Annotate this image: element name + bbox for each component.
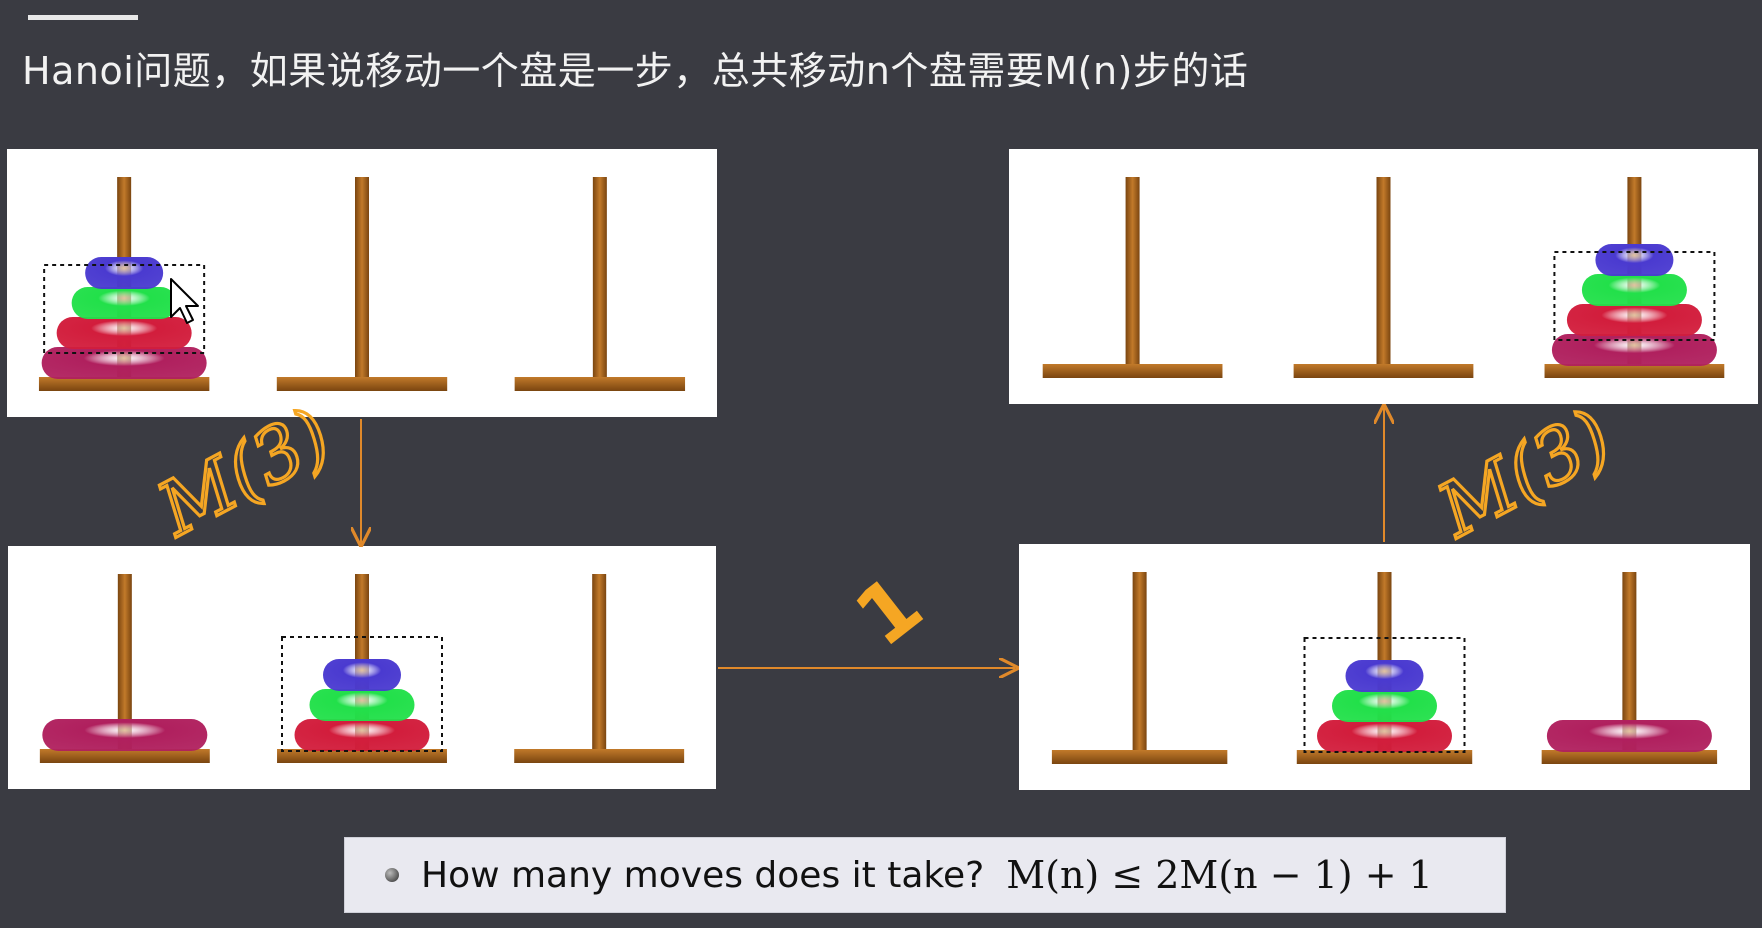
disk-magenta [1551,334,1717,366]
peg-base [276,377,448,391]
peg-base [514,377,686,391]
peg-3 [1541,572,1718,764]
peg-base [514,749,685,763]
peg-base [39,749,210,763]
peg-1 [39,574,210,763]
rod [592,177,607,377]
disk-red [1317,720,1452,752]
hanoi-state-after-first-m3 [8,546,716,789]
handwritten-m3-right: M(3) [1423,393,1625,555]
peg-1 [1042,177,1223,378]
peg-3 [514,574,685,763]
handwritten-one: 1 [838,557,939,665]
disk-magenta [42,719,208,751]
hanoi-board [39,574,685,763]
disk-red [1566,304,1702,336]
disk-red [56,317,192,349]
peg-2 [1296,572,1473,764]
disk-blue [323,659,401,691]
disk-red [294,719,430,751]
hanoi-board [38,177,686,391]
hanoi-board [1042,177,1725,378]
disk-magenta [1546,720,1712,752]
peg-2 [1293,177,1474,378]
title-underline [28,15,138,20]
disk-green [1581,274,1687,306]
hanoi-state-after-one-move [1019,544,1750,790]
question-text: How many moves does it take? [421,854,985,896]
rod [1125,177,1140,364]
peg-2 [277,574,447,763]
peg-base [1293,364,1474,378]
rod [355,177,369,377]
rod [1132,572,1147,750]
disk-green [1332,690,1437,722]
peg-3 [514,177,686,391]
recurrence-formula: M(n) ≤ 2M(n − 1) + 1 [1006,853,1433,897]
hanoi-state-final [1009,149,1758,404]
page-title: Hanoi问题，如果说移动一个盘是一步，总共移动n个盘需要M(n)步的话 [22,49,1249,93]
peg-base [38,377,210,391]
peg-1 [38,177,210,391]
rod [1376,177,1391,364]
disk-blue [1595,244,1674,276]
disk-magenta [41,347,207,379]
rod [592,574,607,749]
bullet-icon [385,868,399,882]
peg-3 [1544,177,1725,378]
disk-green [309,689,415,721]
hanoi-state-start [7,149,717,417]
peg-base [1541,750,1718,764]
disk-blue [1345,660,1424,692]
peg-2 [276,177,448,391]
peg-base [1051,750,1228,764]
disk-green [71,287,177,319]
peg-base [1042,364,1223,378]
disk-blue [85,257,164,289]
formula-box: How many moves does it take? M(n) ≤ 2M(n… [345,838,1505,912]
peg-base [1544,364,1725,378]
hanoi-board [1051,572,1718,764]
peg-1 [1051,572,1228,764]
